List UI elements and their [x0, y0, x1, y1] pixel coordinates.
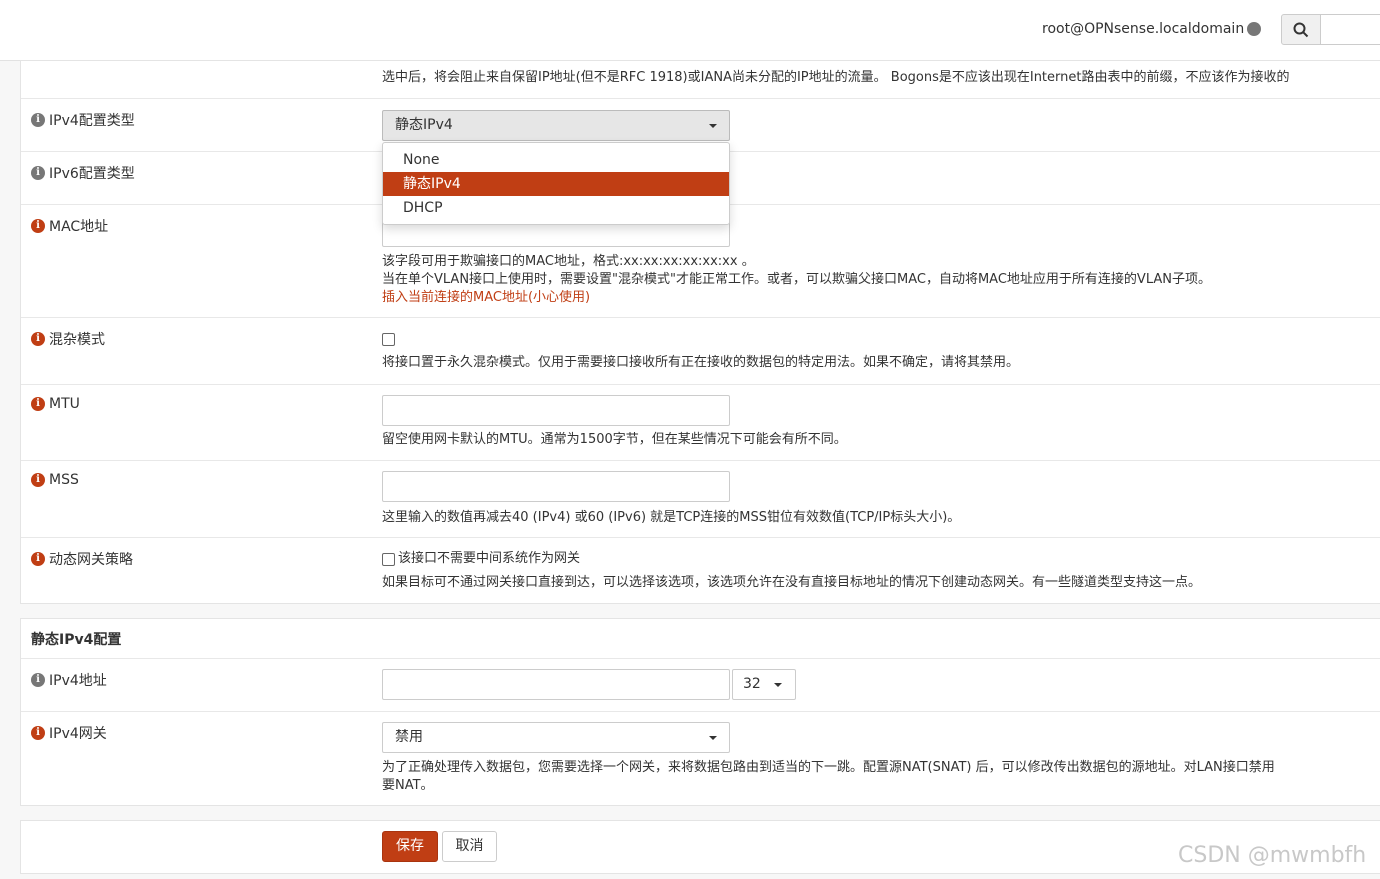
watermark: CSDN @mwmbfh: [1178, 843, 1367, 868]
promisc-label: 混杂模式: [49, 332, 105, 348]
info-icon[interactable]: i: [31, 726, 45, 740]
option-static-ipv4[interactable]: 静态IPv4: [383, 172, 729, 196]
info-icon[interactable]: i: [31, 552, 45, 566]
info-icon[interactable]: i: [31, 166, 45, 180]
dynamic-gateway-label: 动态网关策略: [49, 552, 133, 568]
action-bar: [20, 820, 1380, 874]
search-icon: [1293, 22, 1309, 37]
promisc-help: 将接口置于永久混杂模式。仅用于需要接口接收所有正在接收的数据包的特定用法。如果不…: [382, 355, 1020, 370]
save-button[interactable]: 保存: [382, 831, 438, 862]
user-menu[interactable]: root@OPNsense.localdomain: [1042, 21, 1244, 37]
search-button[interactable]: [1281, 14, 1321, 45]
ipv4-gateway-selected: 禁用: [395, 729, 423, 745]
info-icon[interactable]: i: [31, 332, 45, 346]
ipv4-gateway-help: 为了正确处理传入数据包，您需要选择一个网关，来将数据包路由到适当的下一跳。配置源…: [382, 760, 1275, 775]
cidr-value: 32: [743, 676, 761, 692]
status-indicator-icon[interactable]: [1247, 22, 1261, 36]
ipv4-address-row: i IPv4地址 32: [21, 658, 1380, 712]
mac-help-vlan: 当在单个VLAN接口上使用时，需要设置"混杂模式"才能正常工作。或者，可以欺骗父…: [382, 272, 1211, 287]
option-none[interactable]: None: [383, 148, 729, 172]
top-navbar: root@OPNsense.localdomain: [0, 0, 1380, 61]
info-icon[interactable]: i: [31, 397, 45, 411]
mac-help-format: 该字段可用于欺骗接口的MAC地址，格式:xx:xx:xx:xx:xx:xx 。: [382, 254, 755, 269]
ipv4-type-select[interactable]: 静态IPv4: [382, 110, 730, 141]
ipv4-gateway-row: i IPv4网关 禁用 为了正确处理传入数据包，您需要选择一个网关，来将数据包路…: [21, 711, 1380, 806]
mac-label: MAC地址: [49, 219, 109, 235]
mss-label: MSS: [49, 472, 79, 488]
chevron-down-icon: [774, 683, 782, 687]
dynamic-gateway-checkbox-label[interactable]: 该接口不需要中间系统作为网关: [398, 550, 580, 568]
promisc-checkbox[interactable]: [382, 333, 395, 346]
dynamic-gateway-row: i 动态网关策略 该接口不需要中间系统作为网关 如果目标可不通过网关接口直接到达…: [21, 537, 1380, 604]
cidr-select[interactable]: 32: [732, 669, 796, 700]
mss-row: i MSS 这里输入的数值再减去40 (IPv4) 或60 (IPv6) 就是T…: [21, 460, 1380, 538]
info-icon[interactable]: i: [31, 219, 45, 233]
option-dhcp[interactable]: DHCP: [383, 196, 729, 220]
bogons-row: 选中后，将会阻止来自保留IP地址(但不是RFC 1918)或IANA尚未分配的I…: [21, 61, 1380, 98]
mss-help: 这里输入的数值再减去40 (IPv4) 或60 (IPv6) 就是TCP连接的M…: [382, 510, 961, 525]
static-ipv4-panel: 静态IPv4配置 i IPv4地址 32 i IPv4网关 禁用 为了正确处理传…: [20, 618, 1380, 806]
mss-input[interactable]: [382, 471, 730, 502]
ipv4-type-dropdown: None 静态IPv4 DHCP: [382, 142, 730, 225]
info-icon[interactable]: i: [31, 473, 45, 487]
bogons-help: 选中后，将会阻止来自保留IP地址(但不是RFC 1918)或IANA尚未分配的I…: [382, 70, 1290, 85]
search-input[interactable]: [1321, 14, 1380, 45]
chevron-down-icon: [709, 736, 717, 740]
mtu-row: i MTU 留空使用网卡默认的MTU。通常为1500字节，但在某些情况下可能会有…: [21, 384, 1380, 461]
insert-mac-link[interactable]: 插入当前连接的MAC地址(小心使用): [382, 289, 590, 307]
ipv4-gateway-help-cont: 要NAT。: [382, 778, 434, 793]
promisc-row: i 混杂模式 将接口置于永久混杂模式。仅用于需要接口接收所有正在接收的数据包的特…: [21, 317, 1380, 385]
ipv4-address-label: IPv4地址: [49, 673, 107, 689]
chevron-down-icon: [709, 124, 717, 128]
ipv6-type-label: IPv6配置类型: [49, 166, 135, 182]
ipv4-type-label: IPv4配置类型: [49, 113, 135, 129]
dynamic-gateway-checkbox[interactable]: [382, 553, 395, 566]
info-icon[interactable]: i: [31, 673, 45, 687]
ipv4-gateway-select[interactable]: 禁用: [382, 722, 730, 753]
mtu-label: MTU: [49, 396, 80, 412]
section-header: 静态IPv4配置: [21, 619, 1380, 658]
mtu-help: 留空使用网卡默认的MTU。通常为1500字节，但在某些情况下可能会有所不同。: [382, 432, 847, 447]
ipv4-address-input[interactable]: [382, 669, 730, 700]
section-title: 静态IPv4配置: [31, 632, 122, 648]
cancel-button[interactable]: 取消: [442, 831, 497, 862]
ipv4-gateway-label: IPv4网关: [49, 726, 107, 742]
ipv4-type-selected: 静态IPv4: [395, 117, 453, 133]
dynamic-gateway-help: 如果目标可不通过网关接口直接到达，可以选择该选项，该选项允许在没有直接目标地址的…: [382, 575, 1202, 590]
info-icon[interactable]: i: [31, 113, 45, 127]
mtu-input[interactable]: [382, 395, 730, 426]
